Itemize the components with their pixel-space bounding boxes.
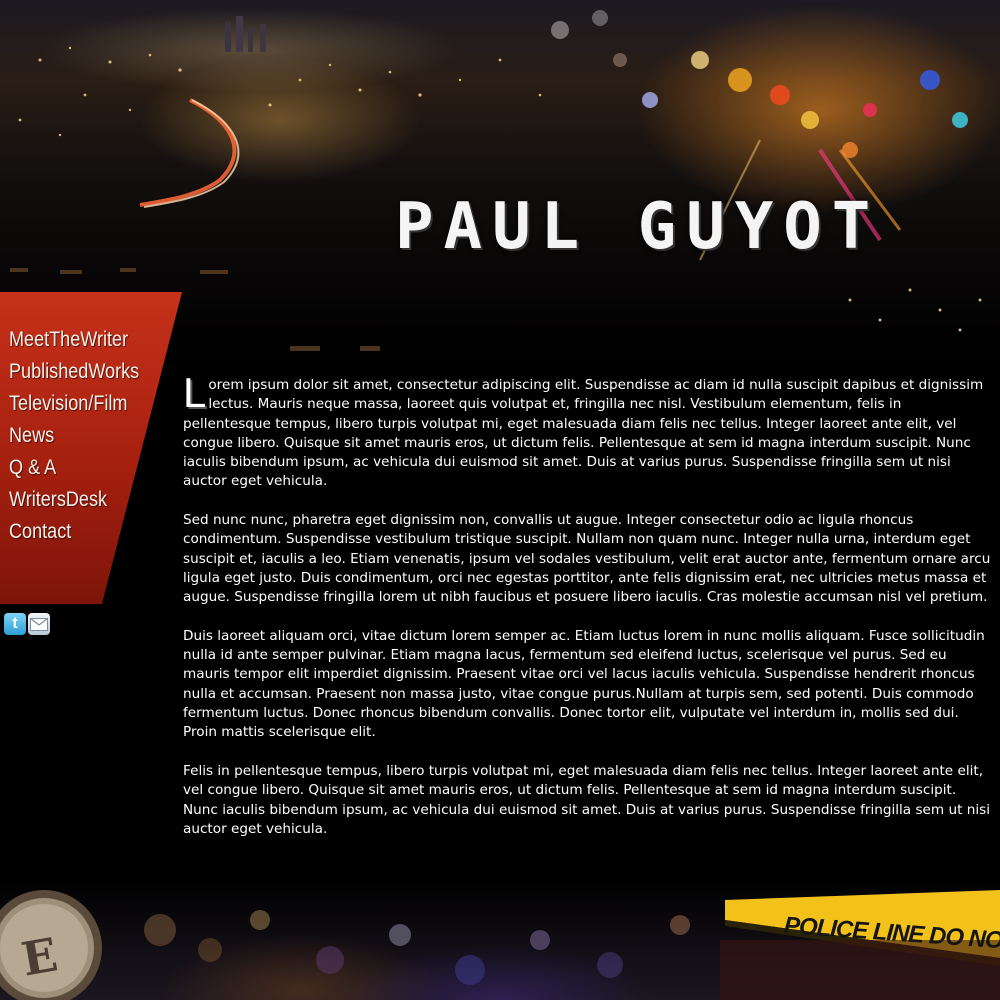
main-content: Lorem ipsum dolor sit amet, consectetur … <box>183 369 991 858</box>
content-paragraph: Duis laoreet aliquam orci, vitae dictum … <box>183 627 985 741</box>
nav-item-news[interactable]: News <box>9 420 139 452</box>
content-paragraph: Sed nunc nunc, pharetra eget dignissim n… <box>183 512 991 606</box>
main-nav: MeetTheWriter PublishedWorks Television/… <box>9 324 160 548</box>
drop-cap: L <box>183 369 207 416</box>
nav-item-meet-the-writer[interactable]: MeetTheWriter <box>9 324 139 356</box>
nav-item-q-and-a[interactable]: Q & A <box>9 452 139 484</box>
nav-item-television-film[interactable]: Television/Film <box>9 388 139 420</box>
content-paragraph: Lorem ipsum dolor sit amet, consectetur … <box>183 369 991 492</box>
social-links: t <box>4 613 50 635</box>
content-paragraph: Felis in pellentesque tempus, libero tur… <box>183 762 990 837</box>
paragraph-text: orem ipsum dolor sit amet, consectetur a… <box>183 377 984 490</box>
twitter-icon[interactable]: t <box>4 613 26 635</box>
site-title: PAUL GUYOT <box>395 190 881 264</box>
nav-item-writers-desk[interactable]: WritersDesk <box>9 484 139 516</box>
nav-item-contact[interactable]: Contact <box>9 516 139 548</box>
mail-icon[interactable] <box>28 613 50 635</box>
nav-item-published-works[interactable]: PublishedWorks <box>9 356 139 388</box>
